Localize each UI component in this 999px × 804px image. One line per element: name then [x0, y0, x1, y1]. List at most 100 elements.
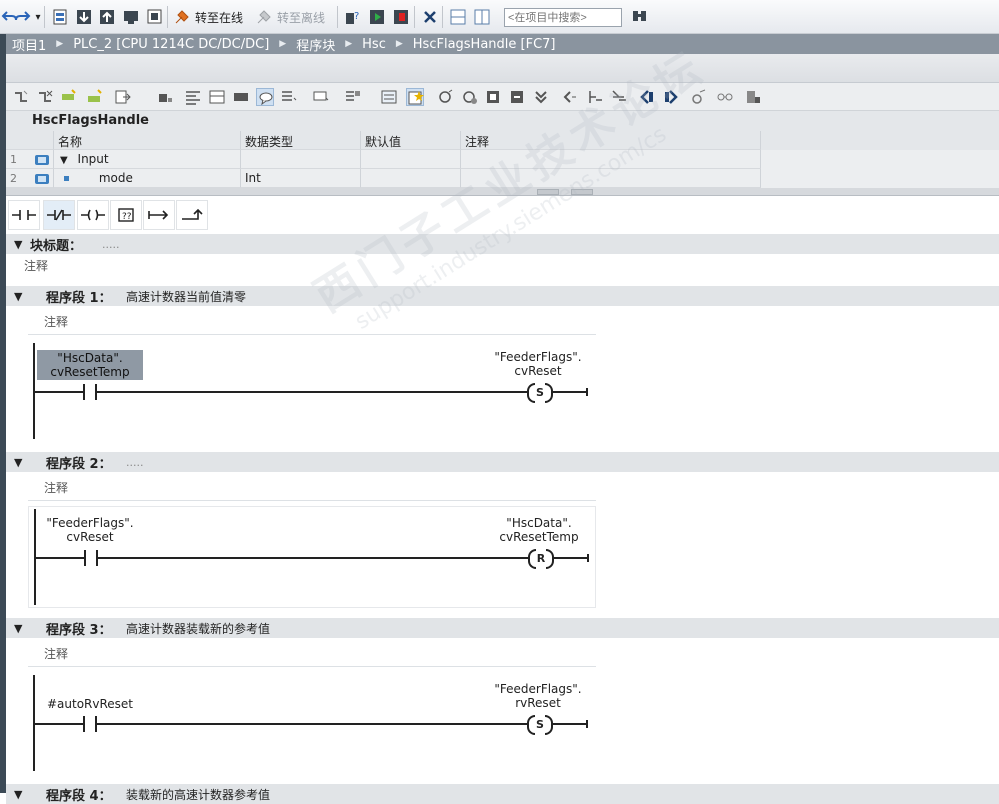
network-description[interactable]: 高速计数器装载新的参考值: [126, 620, 270, 637]
reset-coil[interactable]: R: [528, 549, 554, 569]
column-default[interactable]: 默认值: [361, 131, 461, 150]
coil-operand[interactable]: "FeederFlags". rvReset: [490, 682, 586, 710]
interface-splitter[interactable]: [6, 188, 999, 196]
network-4-header[interactable]: ▼ 程序段 4： 装载新的高速计数器参考值: [6, 784, 999, 804]
block-title-header[interactable]: ▼ 块标题： .....: [6, 234, 999, 254]
search-project-icon[interactable]: [630, 7, 650, 27]
network-3-header[interactable]: ▼ 程序段 3： 高速计数器装载新的参考值: [6, 618, 999, 638]
absolute-operands-icon[interactable]: [184, 88, 202, 106]
accessible-devices-icon[interactable]: ?: [343, 7, 363, 27]
interface-row[interactable]: 1 ▼ Input: [6, 150, 999, 169]
go-to-icon[interactable]: [114, 88, 132, 106]
column-name[interactable]: 名称: [54, 131, 241, 150]
contact-operand[interactable]: "HscData". cvResetTemp: [37, 350, 143, 380]
no-contact-button[interactable]: [8, 200, 40, 230]
network-1-header[interactable]: ▼ 程序段 1： 高速计数器当前值清零: [6, 286, 999, 306]
simulation-icon[interactable]: [145, 7, 165, 27]
collapse-caret-icon[interactable]: ▼: [14, 622, 22, 635]
collapse-caret-icon[interactable]: ▼: [14, 456, 22, 469]
network-description[interactable]: 装载新的高速计数器参考值: [126, 786, 270, 803]
contact-operand[interactable]: "FeederFlags". cvReset: [43, 516, 137, 544]
no-contact[interactable]: [83, 384, 97, 400]
nc-contact-button[interactable]: [43, 200, 75, 230]
interface-row-type[interactable]: [241, 150, 361, 169]
start-cpu-icon[interactable]: [367, 7, 387, 27]
cross-reference-icon[interactable]: [420, 7, 440, 27]
column-comment[interactable]: 注释: [461, 131, 761, 150]
breadcrumb-project[interactable]: 项目1: [12, 35, 46, 54]
step-over-icon[interactable]: [508, 88, 526, 106]
insert-network-icon[interactable]: [12, 88, 30, 106]
goto-next-icon[interactable]: [610, 88, 628, 106]
open-branch-button[interactable]: [143, 200, 175, 230]
interface-row-name[interactable]: Input: [78, 152, 109, 166]
breadcrumb-program-blocks[interactable]: 程序块: [296, 35, 335, 54]
monitor-glasses-icon[interactable]: [716, 88, 734, 106]
open-all-networks-icon[interactable]: [280, 88, 298, 106]
go-online-label[interactable]: 转至在线: [195, 9, 243, 26]
no-contact[interactable]: [83, 716, 97, 732]
splitter-up-handle[interactable]: [537, 189, 559, 195]
redo-dropdown-icon[interactable]: ▾: [28, 7, 48, 27]
contact-operand[interactable]: #autoRvReset: [40, 697, 140, 711]
close-branch-button[interactable]: [176, 200, 208, 230]
network-description[interactable]: .....: [126, 456, 143, 469]
project-search-input[interactable]: [504, 8, 622, 27]
collapse-caret-icon[interactable]: ▼: [14, 788, 22, 801]
add-row-icon[interactable]: [86, 88, 104, 106]
favorites-toggle-icon[interactable]: [406, 88, 424, 106]
run-to-icon[interactable]: [532, 88, 550, 106]
network-description[interactable]: 高速计数器当前值清零: [126, 288, 246, 305]
splitter-down-handle[interactable]: [571, 189, 593, 195]
online-monitor-icon[interactable]: [690, 88, 708, 106]
go-online-icon[interactable]: [172, 7, 192, 27]
no-contact[interactable]: [84, 550, 98, 566]
set-coil[interactable]: S: [527, 383, 553, 403]
data-block-icon[interactable]: [744, 88, 762, 106]
jump-forward-icon[interactable]: [662, 88, 680, 106]
go-offline-icon[interactable]: [254, 7, 274, 27]
interface-row-comment[interactable]: [461, 169, 761, 188]
interface-row-default[interactable]: [361, 150, 461, 169]
interface-row-name[interactable]: mode: [99, 171, 133, 185]
interface-row[interactable]: 2 mode Int: [6, 169, 999, 188]
split-horizontal-icon[interactable]: [448, 7, 468, 27]
favorites-icon[interactable]: [208, 88, 226, 106]
column-datatype[interactable]: 数据类型: [241, 131, 361, 150]
empty-box-button[interactable]: ??: [110, 200, 142, 230]
network-comments-icon[interactable]: [256, 88, 274, 106]
network-comment[interactable]: 注释: [44, 479, 68, 496]
show-hide-icon[interactable]: [380, 88, 398, 106]
network-comment[interactable]: 注释: [44, 313, 68, 330]
set-coil[interactable]: S: [527, 715, 553, 735]
coil-button[interactable]: [77, 200, 109, 230]
expand-caret-icon[interactable]: ▼: [60, 155, 68, 166]
prev-icon[interactable]: [586, 88, 604, 106]
download-icon[interactable]: [74, 7, 94, 27]
next-icon[interactable]: [560, 88, 578, 106]
coil-operand[interactable]: "HscData". cvResetTemp: [495, 516, 583, 544]
network-comment[interactable]: 注释: [44, 645, 68, 662]
upload-icon[interactable]: [97, 7, 117, 27]
insert-row-icon[interactable]: [60, 88, 78, 106]
breadcrumb-plc[interactable]: PLC_2 [CPU 1214C DC/DC/DC]: [73, 37, 269, 52]
compile-icon[interactable]: [50, 7, 70, 27]
stop-cpu-icon[interactable]: [391, 7, 411, 27]
interface-row-default[interactable]: [361, 169, 461, 188]
breadcrumb-block[interactable]: HscFlagsHandle [FC7]: [413, 37, 556, 52]
breakpoint-icon[interactable]: [460, 88, 478, 106]
block-comment[interactable]: 注释: [24, 257, 48, 274]
coil-operand[interactable]: "FeederFlags". cvReset: [490, 350, 586, 378]
block-title-value[interactable]: .....: [102, 238, 119, 251]
watch-icon[interactable]: [436, 88, 454, 106]
close-all-networks-icon[interactable]: [312, 88, 330, 106]
collapse-icon[interactable]: [232, 88, 250, 106]
monitor-icon[interactable]: [156, 88, 174, 106]
device-icon[interactable]: [121, 7, 141, 27]
collapse-caret-icon[interactable]: ▼: [14, 238, 22, 251]
go-offline-label[interactable]: 转至离线: [277, 9, 325, 26]
delete-network-icon[interactable]: [36, 88, 54, 106]
jump-back-icon[interactable]: [638, 88, 656, 106]
collapse-caret-icon[interactable]: ▼: [14, 290, 22, 303]
interface-row-comment[interactable]: [461, 150, 761, 169]
